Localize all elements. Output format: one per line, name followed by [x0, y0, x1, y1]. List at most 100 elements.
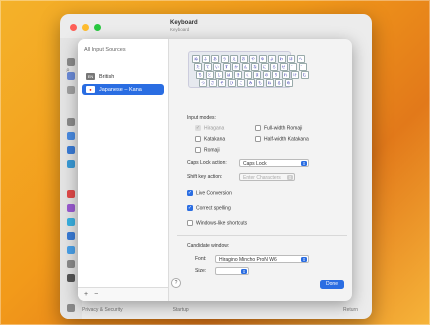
sidebar-icon-14[interactable] [67, 274, 75, 282]
checkbox[interactable] [255, 125, 261, 131]
keyboard-key: ら [270, 63, 278, 71]
keyboard-key: ま [253, 71, 261, 79]
sidebar-icon-13[interactable] [67, 260, 75, 268]
keyboard-key: ん [241, 63, 250, 71]
checkbox[interactable] [187, 205, 193, 211]
popup-value: Caps Lock [243, 161, 267, 167]
keyboard-key: ゜ [298, 63, 307, 71]
option-label: Correct spelling [196, 205, 231, 212]
sidebar-icon-9[interactable] [67, 204, 75, 212]
keyboard-key: お [239, 55, 248, 63]
keyboard-key: わ [277, 55, 286, 63]
font-label: Font: [195, 256, 207, 262]
keyboard-key: へ [296, 55, 305, 63]
windows-shortcuts-option[interactable]: Windows-like shortcuts [187, 220, 247, 226]
checkbox[interactable] [195, 147, 201, 153]
sidebar-icon-7[interactable] [67, 160, 75, 168]
keyboard-key: て [203, 63, 212, 71]
sidebar-icon-1[interactable] [67, 58, 75, 66]
help-button[interactable]: ? [171, 278, 181, 288]
keyboard-key: ゆ [258, 55, 267, 63]
sidebar-icon-10[interactable] [67, 218, 75, 226]
sidebar-icon-8[interactable] [67, 190, 75, 198]
checkbox[interactable] [255, 136, 261, 142]
keyboard-key: あ [211, 55, 219, 63]
sidebar-icon-11[interactable] [67, 232, 75, 240]
keyboard-key: は [224, 71, 233, 79]
done-button[interactable]: Done [320, 280, 344, 289]
sidebar-icon-4[interactable] [67, 118, 75, 126]
keyboard-key: つ [199, 79, 207, 87]
window-controls [70, 24, 101, 31]
flag-japan-icon: ● [86, 86, 95, 93]
checkbox [195, 125, 201, 131]
sidebar-icon-3[interactable] [67, 86, 75, 94]
keyboard-key: き [234, 71, 242, 79]
keyboard-key: ね [265, 79, 274, 87]
source-label: Japanese – Kana [99, 86, 142, 93]
keyboard-row: たていすかんなにらせ゛゜ [194, 63, 307, 71]
flag-en-icon: EN [86, 73, 95, 80]
mode-half-width-katakana[interactable]: Half-width Katakana [255, 136, 309, 142]
keyboard-key: け [291, 71, 299, 79]
keyboard-row: つさそひこみもねるめ [199, 79, 293, 87]
keyboard-key: ひ [227, 79, 236, 87]
keyboard-key: れ [281, 71, 290, 79]
shift-key-popup[interactable]: Enter Characters ⇕ [239, 173, 295, 181]
chevron-updown-icon: ⇕ [301, 257, 307, 262]
sidebar-icon-2[interactable] [67, 72, 75, 80]
zoom-window-button[interactable] [94, 24, 101, 31]
keyboard-key: よ [268, 55, 276, 63]
popup-value: Enter Characters [243, 175, 281, 181]
keyboard-key: め [284, 79, 293, 87]
correct-spelling-option[interactable]: Correct spelling [187, 205, 231, 211]
sidebar-icon-6[interactable] [67, 146, 75, 154]
keyboard-row: ぬふあうえおやゆよわほへ [192, 55, 305, 63]
live-conversion-option[interactable]: Live Conversion [187, 190, 232, 196]
size-popup[interactable]: ⇕ [215, 267, 249, 275]
checkbox[interactable] [187, 190, 193, 196]
source-item-japanese-kana[interactable]: ● Japanese – Kana [82, 84, 164, 95]
section-divider [177, 235, 347, 236]
keyboard-key: し [215, 71, 223, 79]
keyboard-key: ぬ [192, 55, 200, 63]
keyboard-key: み [246, 79, 255, 87]
keyboard-key: そ [218, 79, 226, 87]
keyboard-key: む [300, 71, 309, 79]
privacy-security-label[interactable]: Privacy & Security [82, 307, 123, 313]
keyboard-key: か [232, 63, 240, 71]
sidebar-icon-5[interactable] [67, 132, 75, 140]
mode-katakana[interactable]: Katakana [195, 136, 225, 142]
source-label: British [99, 73, 115, 80]
size-label: Size: [195, 268, 207, 274]
remove-source-button[interactable]: − [94, 291, 98, 298]
keyboard-key: い [213, 63, 221, 71]
font-popup[interactable]: Hiragino Mincho ProN W6 ⇕ [215, 255, 309, 263]
checkbox[interactable] [195, 136, 201, 142]
source-list-controls: + − [78, 287, 168, 301]
caps-lock-popup[interactable]: Caps Lock ⇕ [239, 159, 309, 167]
background-bottom-bar: Privacy & Security Startup Return [60, 301, 372, 319]
sidebar-icon-12[interactable] [67, 246, 75, 254]
option-label: Windows-like shortcuts [196, 220, 248, 227]
source-item-british[interactable]: EN British [82, 71, 164, 82]
keyboard-key: せ [279, 63, 288, 71]
mode-full-width-romaji[interactable]: Full-width Romaji [255, 125, 302, 131]
mode-label: Romaji [204, 147, 220, 154]
mode-hiragana: Hiragana [195, 125, 224, 131]
keyboard-key: え [230, 55, 238, 63]
minimize-window-button[interactable] [82, 24, 89, 31]
add-source-button[interactable]: + [84, 291, 88, 298]
mode-romaji[interactable]: Romaji [195, 147, 220, 153]
chevron-updown-icon: ⇕ [287, 175, 293, 180]
popup-value: Hiragino Mincho ProN W6 [219, 257, 277, 263]
checkbox[interactable] [187, 220, 193, 226]
mode-label: Full-width Romaji [264, 125, 303, 132]
mode-label: Hiragana [204, 125, 225, 132]
keyboard-key: さ [208, 79, 217, 87]
all-input-sources-heading: All Input Sources [84, 47, 126, 53]
keyboard-key: ゛ [289, 63, 297, 71]
keyboard-layout-preview: ぬふあうえおやゆよわほへ たていすかんなにらせ゛゜ ちとしはきくまのりれけむ つ… [188, 51, 309, 88]
keyboard-key: や [249, 55, 257, 63]
close-window-button[interactable] [70, 24, 77, 31]
